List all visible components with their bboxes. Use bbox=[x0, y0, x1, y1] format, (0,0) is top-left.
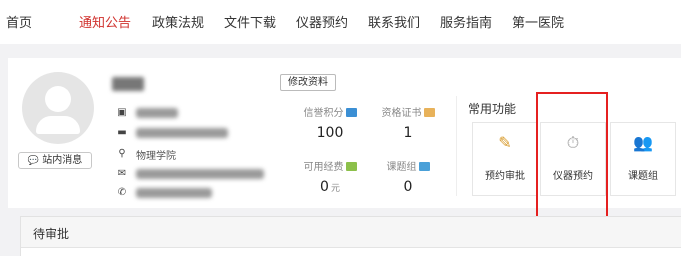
tile-booking-approval-label: 预约审批 bbox=[485, 171, 525, 182]
tile-research-group[interactable]: 👥 课题组 bbox=[610, 122, 676, 196]
stat-group-value: 0 bbox=[403, 179, 413, 195]
stat-certificate-value: 1 bbox=[403, 125, 413, 141]
avatar-head bbox=[45, 86, 71, 112]
tile-booking-approval[interactable]: ✎ 预约审批 bbox=[472, 122, 538, 196]
tile-research-group-label: 课题组 bbox=[628, 171, 658, 182]
group-stat-icon bbox=[418, 162, 430, 171]
mail-icon: ✉ bbox=[117, 168, 127, 179]
nav-item-instrument-booking[interactable]: 仪器预约 bbox=[296, 12, 348, 31]
nav-item-first-hospital[interactable]: 第一医院 bbox=[512, 12, 564, 31]
nav-item-home[interactable]: 首页 bbox=[6, 12, 32, 31]
stopwatch-icon: ⏱ bbox=[566, 133, 580, 152]
nav-item-contact[interactable]: 联系我们 bbox=[368, 12, 420, 31]
common-functions-title: 常用功能 bbox=[468, 102, 517, 116]
avatar bbox=[22, 72, 94, 144]
card-icon: ▬ bbox=[117, 127, 127, 138]
section-divider bbox=[456, 96, 457, 196]
stat-credit-label: 信誉积分 bbox=[303, 108, 344, 119]
certificate-icon bbox=[423, 108, 435, 117]
location-icon: ⚲ bbox=[118, 148, 126, 159]
stat-certificate: 资格证书 1 bbox=[368, 104, 448, 141]
nav-item-notices[interactable]: 通知公告 bbox=[79, 12, 131, 31]
avatar-body bbox=[36, 116, 80, 134]
email-redacted bbox=[136, 169, 264, 179]
phone-icon: ✆ bbox=[117, 187, 127, 198]
nav-item-service-guide[interactable]: 服务指南 bbox=[440, 12, 492, 31]
card-number-redacted bbox=[136, 128, 228, 138]
pending-panel-title: 待审批 bbox=[33, 227, 70, 241]
stat-funds-value: 0 bbox=[320, 179, 329, 195]
stat-credit-value: 100 bbox=[316, 125, 344, 141]
funds-icon bbox=[345, 162, 357, 171]
department-text: 物理学院 bbox=[136, 151, 176, 162]
tile-instrument-booking[interactable]: ⏱ 仪器预约 bbox=[540, 122, 606, 196]
stat-group: 课题组 0 bbox=[368, 158, 448, 195]
nav-item-policies[interactable]: 政策法规 bbox=[152, 12, 204, 31]
message-button-label: 站内消息 bbox=[42, 155, 83, 166]
id-card-icon: ▣ bbox=[117, 107, 127, 118]
nav-item-downloads[interactable]: 文件下载 bbox=[224, 12, 276, 31]
tile-instrument-booking-label: 仪器预约 bbox=[553, 171, 593, 182]
stat-funds-label: 可用经费 bbox=[303, 162, 344, 173]
message-button[interactable]: 💬 站内消息 bbox=[18, 152, 92, 169]
pencil-icon: ✎ bbox=[498, 133, 512, 152]
pending-panel: 待审批 bbox=[20, 216, 681, 256]
edit-profile-button[interactable]: 修改资料 bbox=[280, 74, 336, 91]
stat-group-label: 课题组 bbox=[386, 162, 417, 173]
stat-certificate-label: 资格证书 bbox=[381, 108, 422, 119]
id-redacted bbox=[136, 108, 178, 118]
top-navigation: 首页 通知公告 政策法规 文件下载 仪器预约 联系我们 服务指南 第一医院 bbox=[0, 0, 681, 44]
phone-redacted bbox=[136, 188, 212, 198]
credit-card-icon bbox=[345, 108, 357, 117]
group-icon: 👥 bbox=[633, 133, 653, 152]
stat-funds: 可用经费 0元 bbox=[290, 158, 370, 195]
stat-funds-unit: 元 bbox=[330, 184, 340, 194]
stat-credit: 信誉积分 100 bbox=[290, 104, 370, 141]
pending-panel-header: 待审批 bbox=[21, 217, 681, 248]
user-name-redacted bbox=[112, 77, 144, 91]
message-icon: 💬 bbox=[27, 156, 40, 166]
